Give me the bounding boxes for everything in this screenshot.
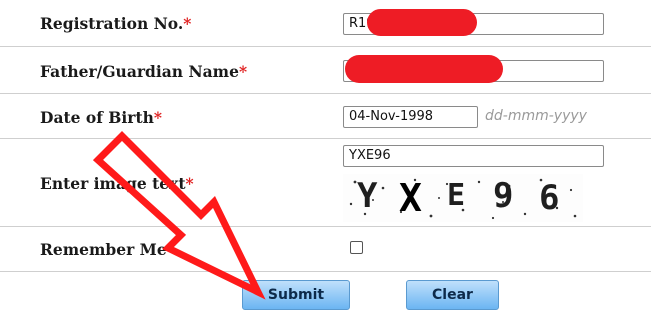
captcha-char-4: 9 [493, 176, 514, 216]
registration-row: Registration No.* R19 [0, 0, 651, 47]
remember-checkbox[interactable] [350, 241, 363, 254]
registration-redaction [367, 9, 477, 36]
father-name-redaction [345, 55, 503, 83]
dob-value: 04-Nov-1998 [349, 109, 434, 124]
registration-label: Registration No.* [40, 14, 191, 33]
captcha-required-mark: * [185, 174, 194, 193]
father-required-mark: * [238, 62, 248, 81]
captcha-char-1: Y [357, 176, 378, 216]
dob-row: Date of Birth* 04-Nov-1998 dd-mmm-yyyy [0, 94, 651, 139]
remember-label: Remember Me [40, 240, 167, 259]
dob-required-mark: * [153, 108, 162, 127]
father-name-row: Father/Guardian Name* [0, 47, 651, 94]
captcha-char-3: E [447, 178, 466, 213]
captcha-image: Y X E 9 6 [343, 174, 583, 222]
dob-label: Date of Birth* [40, 108, 162, 127]
registration-label-text: Registration No. [40, 14, 184, 33]
captcha-value: YXE96 [349, 148, 391, 163]
captcha-input[interactable]: YXE96 [343, 145, 604, 167]
clear-button[interactable]: Clear [406, 280, 499, 310]
captcha-label-text: Enter image text [40, 174, 186, 193]
father-name-label: Father/Guardian Name* [40, 62, 247, 81]
dob-format-hint: dd-mmm-yyyy [485, 108, 587, 124]
dob-input[interactable]: 04-Nov-1998 [343, 106, 478, 128]
father-name-label-text: Father/Guardian Name [40, 62, 239, 81]
registration-required-mark: * [183, 14, 192, 33]
captcha-label: Enter image text* [40, 174, 194, 193]
captcha-char-2: X [399, 176, 422, 220]
captcha-char-5: 6 [539, 178, 560, 218]
submit-button[interactable]: Submit [242, 280, 350, 310]
dob-label-text: Date of Birth [40, 108, 154, 127]
remember-row: Remember Me [0, 227, 651, 272]
